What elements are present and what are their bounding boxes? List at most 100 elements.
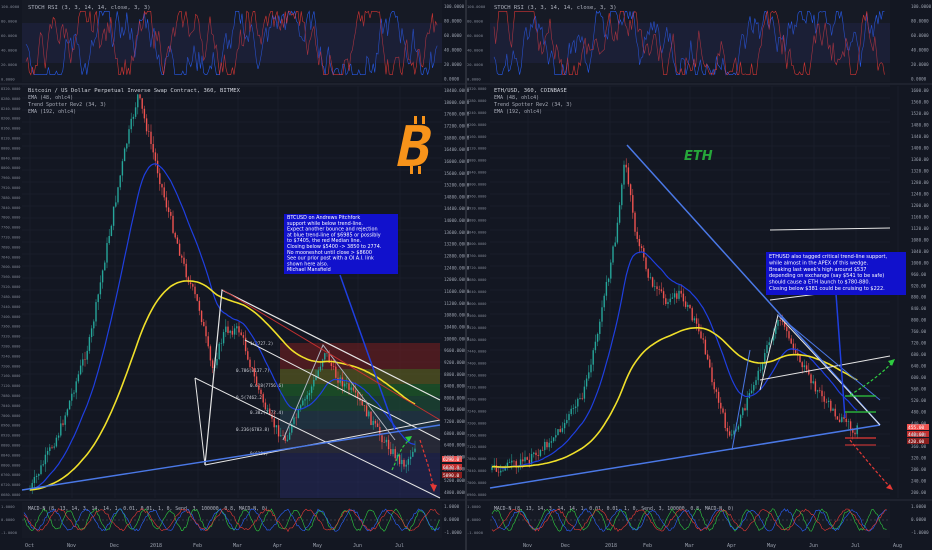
price-tick-label: 840.00 <box>911 306 927 311</box>
eth-title: ETH/USD, 360, COINBASE <box>494 88 567 94</box>
note-line: Breaking last week's high around $537 <box>769 267 866 273</box>
price-tick-label: 440.00 <box>911 421 927 426</box>
candle-body <box>550 441 553 443</box>
candle-body <box>119 175 121 188</box>
left-tick-label: 8120.0000 <box>467 147 486 151</box>
left-tick-label: 8120.0000 <box>1 137 20 141</box>
candle-body <box>746 397 748 411</box>
candle-body <box>662 291 665 299</box>
macd-tick-label: 0.0000 <box>444 517 460 522</box>
stoch-tick-label: 40.0000 <box>444 48 462 53</box>
candle-body <box>711 367 713 383</box>
left-tick-label: 7680.0000 <box>1 245 20 249</box>
candle-body <box>577 398 579 407</box>
candle-body <box>726 428 729 432</box>
left-tick-label: 7960.0000 <box>1 176 20 180</box>
stoch-band <box>22 23 442 63</box>
candle-body <box>539 450 542 456</box>
price-tick-label: 1440.00 <box>911 134 929 139</box>
candle-body <box>669 298 671 303</box>
price-tick-label: 520.00 <box>911 398 927 403</box>
btc-legend-trendspotter: Trend Spotter Rev2 (34, 3) <box>28 102 106 108</box>
left-tick-label: 6960.0000 <box>1 424 20 428</box>
candle-body <box>651 277 654 287</box>
candle-body <box>255 376 258 386</box>
price-tick-label: 8800.0000 <box>444 372 467 377</box>
candle-body <box>115 202 117 207</box>
candle-body <box>317 370 319 377</box>
candle-body <box>143 108 146 119</box>
candle-body <box>541 450 544 451</box>
stoch-tick-label-left: 20.0000 <box>1 62 18 67</box>
candle-body <box>790 338 792 344</box>
candle-body <box>297 409 300 418</box>
btc-legend-ema192: EMA (192, ohlc4) <box>28 109 76 115</box>
left-tick-label: 7960.0000 <box>467 194 486 198</box>
price-tick-label: 8400.0000 <box>444 384 467 389</box>
candle-body <box>372 420 374 425</box>
candle-body <box>654 286 656 287</box>
candle-body <box>599 321 601 334</box>
candle-body <box>167 207 170 213</box>
price-tick-label: 600.00 <box>911 375 927 380</box>
candle-body <box>137 94 139 108</box>
candle-body <box>185 263 187 278</box>
candle-body <box>801 362 803 368</box>
macd-tick-label: 1.0000 <box>444 504 460 509</box>
candle-body <box>808 369 810 375</box>
candle-body <box>814 381 817 392</box>
candle-body <box>240 332 242 336</box>
candle-body <box>62 423 64 425</box>
left-tick-label: 7640.0000 <box>1 255 20 259</box>
candle-body <box>139 94 141 99</box>
candle-body <box>590 364 592 373</box>
time-axis-label: Feb <box>643 543 652 549</box>
macd-tick-label-left: -1.0000 <box>467 530 484 535</box>
stoch-tick-label-left: 60.0000 <box>1 33 18 38</box>
candle-body <box>713 382 715 390</box>
left-tick-label: 7480.0000 <box>1 295 20 299</box>
btc-stoch-header: STOCH RSI (3, 3, 14, 14, close, 3, 3) <box>28 5 151 11</box>
stoch-tick-label: 0.0000 <box>911 77 927 82</box>
candle-body <box>55 437 58 447</box>
candle-body <box>46 451 49 455</box>
candle-body <box>755 380 757 385</box>
candle-body <box>799 355 801 363</box>
candle-body <box>97 294 99 303</box>
candle-body <box>99 282 102 295</box>
left-tick-label: 7880.0000 <box>467 218 486 222</box>
left-tick-label: 7080.0000 <box>467 457 486 461</box>
candle-body <box>596 333 599 342</box>
left-tick-label: 7600.0000 <box>467 302 486 306</box>
candle-body <box>178 243 181 256</box>
macd-tick-label-left: 0.0000 <box>1 517 15 522</box>
left-tick-label: 6960.0000 <box>467 493 486 497</box>
candle-body <box>64 415 66 425</box>
left-tick-label: 8160.0000 <box>467 135 486 139</box>
candle-body <box>845 418 847 422</box>
candle-body <box>537 455 539 456</box>
candle-body <box>95 302 97 322</box>
candle-body <box>282 435 284 436</box>
candle-body <box>390 449 392 455</box>
candle-body <box>610 262 612 279</box>
candle-body <box>189 282 192 285</box>
candle-body <box>222 332 225 344</box>
candle-body <box>324 353 326 360</box>
chart-canvas: STOCH RSI (3, 3, 14, 14, close, 3, 3) 10… <box>0 0 932 550</box>
left-tick-label: 7520.0000 <box>467 326 486 330</box>
left-tick-label: 7640.0000 <box>467 290 486 294</box>
candle-body <box>570 408 572 415</box>
left-tick-label: 7880.0000 <box>1 196 20 200</box>
candle-body <box>148 131 150 132</box>
candle-body <box>658 289 660 290</box>
candle-body <box>682 293 685 302</box>
stoch-tick-label: 100.0000 <box>911 4 932 9</box>
left-tick-label: 8240.0000 <box>1 107 20 111</box>
candle-body <box>680 290 682 294</box>
stoch-tick-label-left: 80.0000 <box>1 19 18 24</box>
candle-body <box>106 243 108 263</box>
price-tick-label: 800.00 <box>911 318 927 323</box>
candle-body <box>625 164 627 168</box>
price-tick-label: 760.00 <box>911 329 927 334</box>
